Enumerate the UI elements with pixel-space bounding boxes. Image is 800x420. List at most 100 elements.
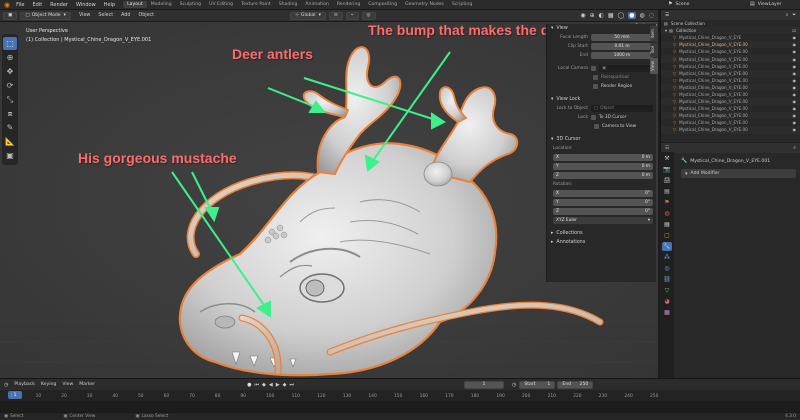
menu-select[interactable]: Select xyxy=(98,13,113,18)
eye-icon[interactable]: ◉ xyxy=(793,71,797,76)
list-item[interactable]: ▽ Mystical_Chine_Dragon_V_EYE.00 ◉ xyxy=(661,83,800,91)
eye-icon[interactable]: ◉ xyxy=(793,92,797,97)
eye-icon[interactable]: ◉ xyxy=(793,113,797,118)
blender-logo-icon[interactable]: ◉ xyxy=(4,1,10,9)
clip-start-field[interactable]: 0.01 m xyxy=(591,43,653,50)
cursor-loc-y[interactable]: Y 0 m xyxy=(553,163,653,170)
cursor-rot-y[interactable]: Y 0° xyxy=(553,199,653,206)
add-cube-tool-icon[interactable]: ▣ xyxy=(3,149,17,162)
start-frame-field[interactable]: Start 1 xyxy=(519,380,556,389)
to-cursor-checkbox[interactable] xyxy=(591,115,596,120)
collection-tab-icon[interactable]: ▤ xyxy=(662,220,672,229)
output-tab-icon[interactable]: 🖨 xyxy=(662,176,672,185)
search-icon[interactable]: ⌕ xyxy=(786,12,789,18)
list-item[interactable]: ▽ Mystical_Chine_Dragon_V_EYE ◉ xyxy=(661,34,800,41)
menu-window[interactable]: Window xyxy=(76,2,96,8)
tool-tab-icon[interactable]: ⚒ xyxy=(662,154,672,163)
data-tab-icon[interactable]: ▽ xyxy=(662,286,672,295)
jump-end-icon[interactable]: ⏭ xyxy=(289,382,294,388)
tab-animation[interactable]: Animation xyxy=(301,1,332,8)
scale-tool-icon[interactable]: ⤡ xyxy=(3,93,17,106)
tab-texture-paint[interactable]: Texture Paint xyxy=(237,1,275,8)
timeline-track[interactable] xyxy=(0,401,800,412)
menu-help[interactable]: Help xyxy=(104,2,115,8)
mode-dropdown[interactable]: ▢ Object Mode ▾ xyxy=(20,11,71,20)
orientation-dropdown[interactable]: ⊹ Global ▾ xyxy=(290,11,326,20)
play-reverse-icon[interactable]: ◀ xyxy=(269,382,273,388)
eye-icon[interactable]: ◉ xyxy=(793,42,797,47)
properties-icon[interactable]: ☷ xyxy=(665,146,669,151)
list-item[interactable]: ▽ Mystical_Chine_Dragon_V_EYE.00 ◉ xyxy=(661,48,800,55)
pivot-button[interactable]: ⊙ xyxy=(328,11,343,20)
list-item[interactable]: ▽ Mystical_Chine_Dragon_V_EYE.00 ◉ xyxy=(661,77,800,84)
eye-icon[interactable]: ◉ xyxy=(793,49,797,54)
tab-item[interactable]: Item xyxy=(650,26,658,42)
gizmo-icon[interactable]: ⊕ xyxy=(590,12,595,19)
local-camera-field[interactable]: ▣ xyxy=(599,65,653,72)
constraints-tab-icon[interactable]: ⛓ xyxy=(662,275,672,284)
search-icon[interactable]: ⌕ xyxy=(793,145,796,151)
tab-tool[interactable]: Tool xyxy=(650,42,658,57)
annotate-tool-icon[interactable]: ✎ xyxy=(3,121,17,134)
clock-icon[interactable]: ◷ xyxy=(4,382,8,388)
rotation-mode-dropdown[interactable]: XYZ Euler ▾ xyxy=(553,217,653,224)
menu-file[interactable]: File xyxy=(16,2,24,8)
checkbox[interactable] xyxy=(591,66,596,71)
collections-header[interactable]: ▸ Collections xyxy=(547,229,656,238)
menu-view[interactable]: View xyxy=(79,13,90,18)
tab-geometry-nodes[interactable]: Geometry Nodes xyxy=(401,1,448,8)
rendered-shading-icon[interactable]: ◌ xyxy=(649,12,654,19)
passepartout-checkbox[interactable] xyxy=(593,75,598,80)
view-lock-header[interactable]: ▾ View Lock xyxy=(547,95,656,104)
render-tab-icon[interactable]: 📷 xyxy=(662,165,672,174)
play-icon[interactable]: ▶ xyxy=(276,382,280,388)
view-panel-header[interactable]: ▾ View xyxy=(547,24,656,33)
eye-icon[interactable]: ◉ xyxy=(793,127,797,132)
list-item[interactable]: ▽ Mystical_Chine_Dragon_V_EYE.00 ◉ xyxy=(661,126,800,134)
record-icon[interactable]: ● xyxy=(247,382,251,388)
checkbox-icon[interactable]: ☑ xyxy=(792,28,796,33)
particles-tab-icon[interactable]: ⁂ xyxy=(662,253,672,262)
tab-sculpting[interactable]: Sculpting xyxy=(176,1,205,8)
collection-row[interactable]: ▾ ▤ Collection ☑ xyxy=(661,27,800,35)
move-tool-icon[interactable]: ✥ xyxy=(3,65,17,78)
view-layer-selector[interactable]: ▤ ViewLayer xyxy=(750,1,781,7)
menu-edit[interactable]: Edit xyxy=(32,2,42,8)
overlay-icon[interactable]: ◐ xyxy=(599,12,604,19)
snap-button[interactable]: ⌁ xyxy=(345,11,359,20)
texture-tab-icon[interactable]: ▦ xyxy=(662,308,672,317)
next-key-icon[interactable]: ◆ xyxy=(283,382,287,388)
jump-start-icon[interactable]: ⏮ xyxy=(254,382,259,388)
view-menu[interactable]: View xyxy=(62,382,73,387)
list-item[interactable]: ▽ Mystical_Chine_Dragon_V_EYE.00 ◉ xyxy=(661,119,800,126)
object-tab-icon[interactable]: ▢ xyxy=(662,231,672,240)
tab-compositing[interactable]: Compositing xyxy=(364,1,401,8)
prev-key-icon[interactable]: ◆ xyxy=(262,382,266,388)
tab-shading[interactable]: Shading xyxy=(275,1,302,8)
list-item[interactable]: ▽ Mystical_Chine_Dragon_V_EYE.00 ◉ xyxy=(661,105,800,112)
clip-end-field[interactable]: 1000 m xyxy=(591,52,653,59)
solid-shading-icon[interactable]: ● xyxy=(628,12,636,19)
physics-tab-icon[interactable]: ◎ xyxy=(662,264,672,273)
cursor-header[interactable]: ▾ 3D Cursor xyxy=(547,135,656,144)
outliner-icon[interactable]: ☰ xyxy=(665,13,669,18)
current-frame-field[interactable]: 1 xyxy=(463,380,504,389)
add-modifier-button[interactable]: ▾ Add Modifier xyxy=(681,169,796,178)
list-item[interactable]: ▽ Mystical_Chine_Dragon_V_EYE.00 ◉ xyxy=(661,91,800,98)
end-frame-field[interactable]: End 250 xyxy=(557,380,594,389)
cursor-rot-x[interactable]: X 0° xyxy=(553,190,653,197)
list-item[interactable]: ▽ Mystical_Chine_Dragon_V_EYE.00 ◉ xyxy=(661,98,800,106)
visibility-icon[interactable]: ◉ xyxy=(580,12,585,19)
editor-type-button[interactable]: ▣ xyxy=(3,11,18,20)
list-item[interactable]: ▽ Mystical_Chine_Dragon_V_EYE.00 ◉ xyxy=(661,112,800,120)
eye-icon[interactable]: ◉ xyxy=(793,99,797,104)
tab-uv-editing[interactable]: UV Editing xyxy=(205,1,237,8)
material-shading-icon[interactable]: ◍ xyxy=(640,12,645,19)
focal-length-field[interactable]: 50 mm xyxy=(591,34,653,41)
eye-icon[interactable]: ◉ xyxy=(793,85,797,90)
menu-object[interactable]: Object xyxy=(138,13,154,18)
scene-tab-icon[interactable]: ⚑ xyxy=(662,198,672,207)
eye-icon[interactable]: ◉ xyxy=(793,78,797,83)
filter-icon[interactable]: ⏷ xyxy=(792,12,796,18)
render-region-checkbox[interactable] xyxy=(593,84,598,89)
